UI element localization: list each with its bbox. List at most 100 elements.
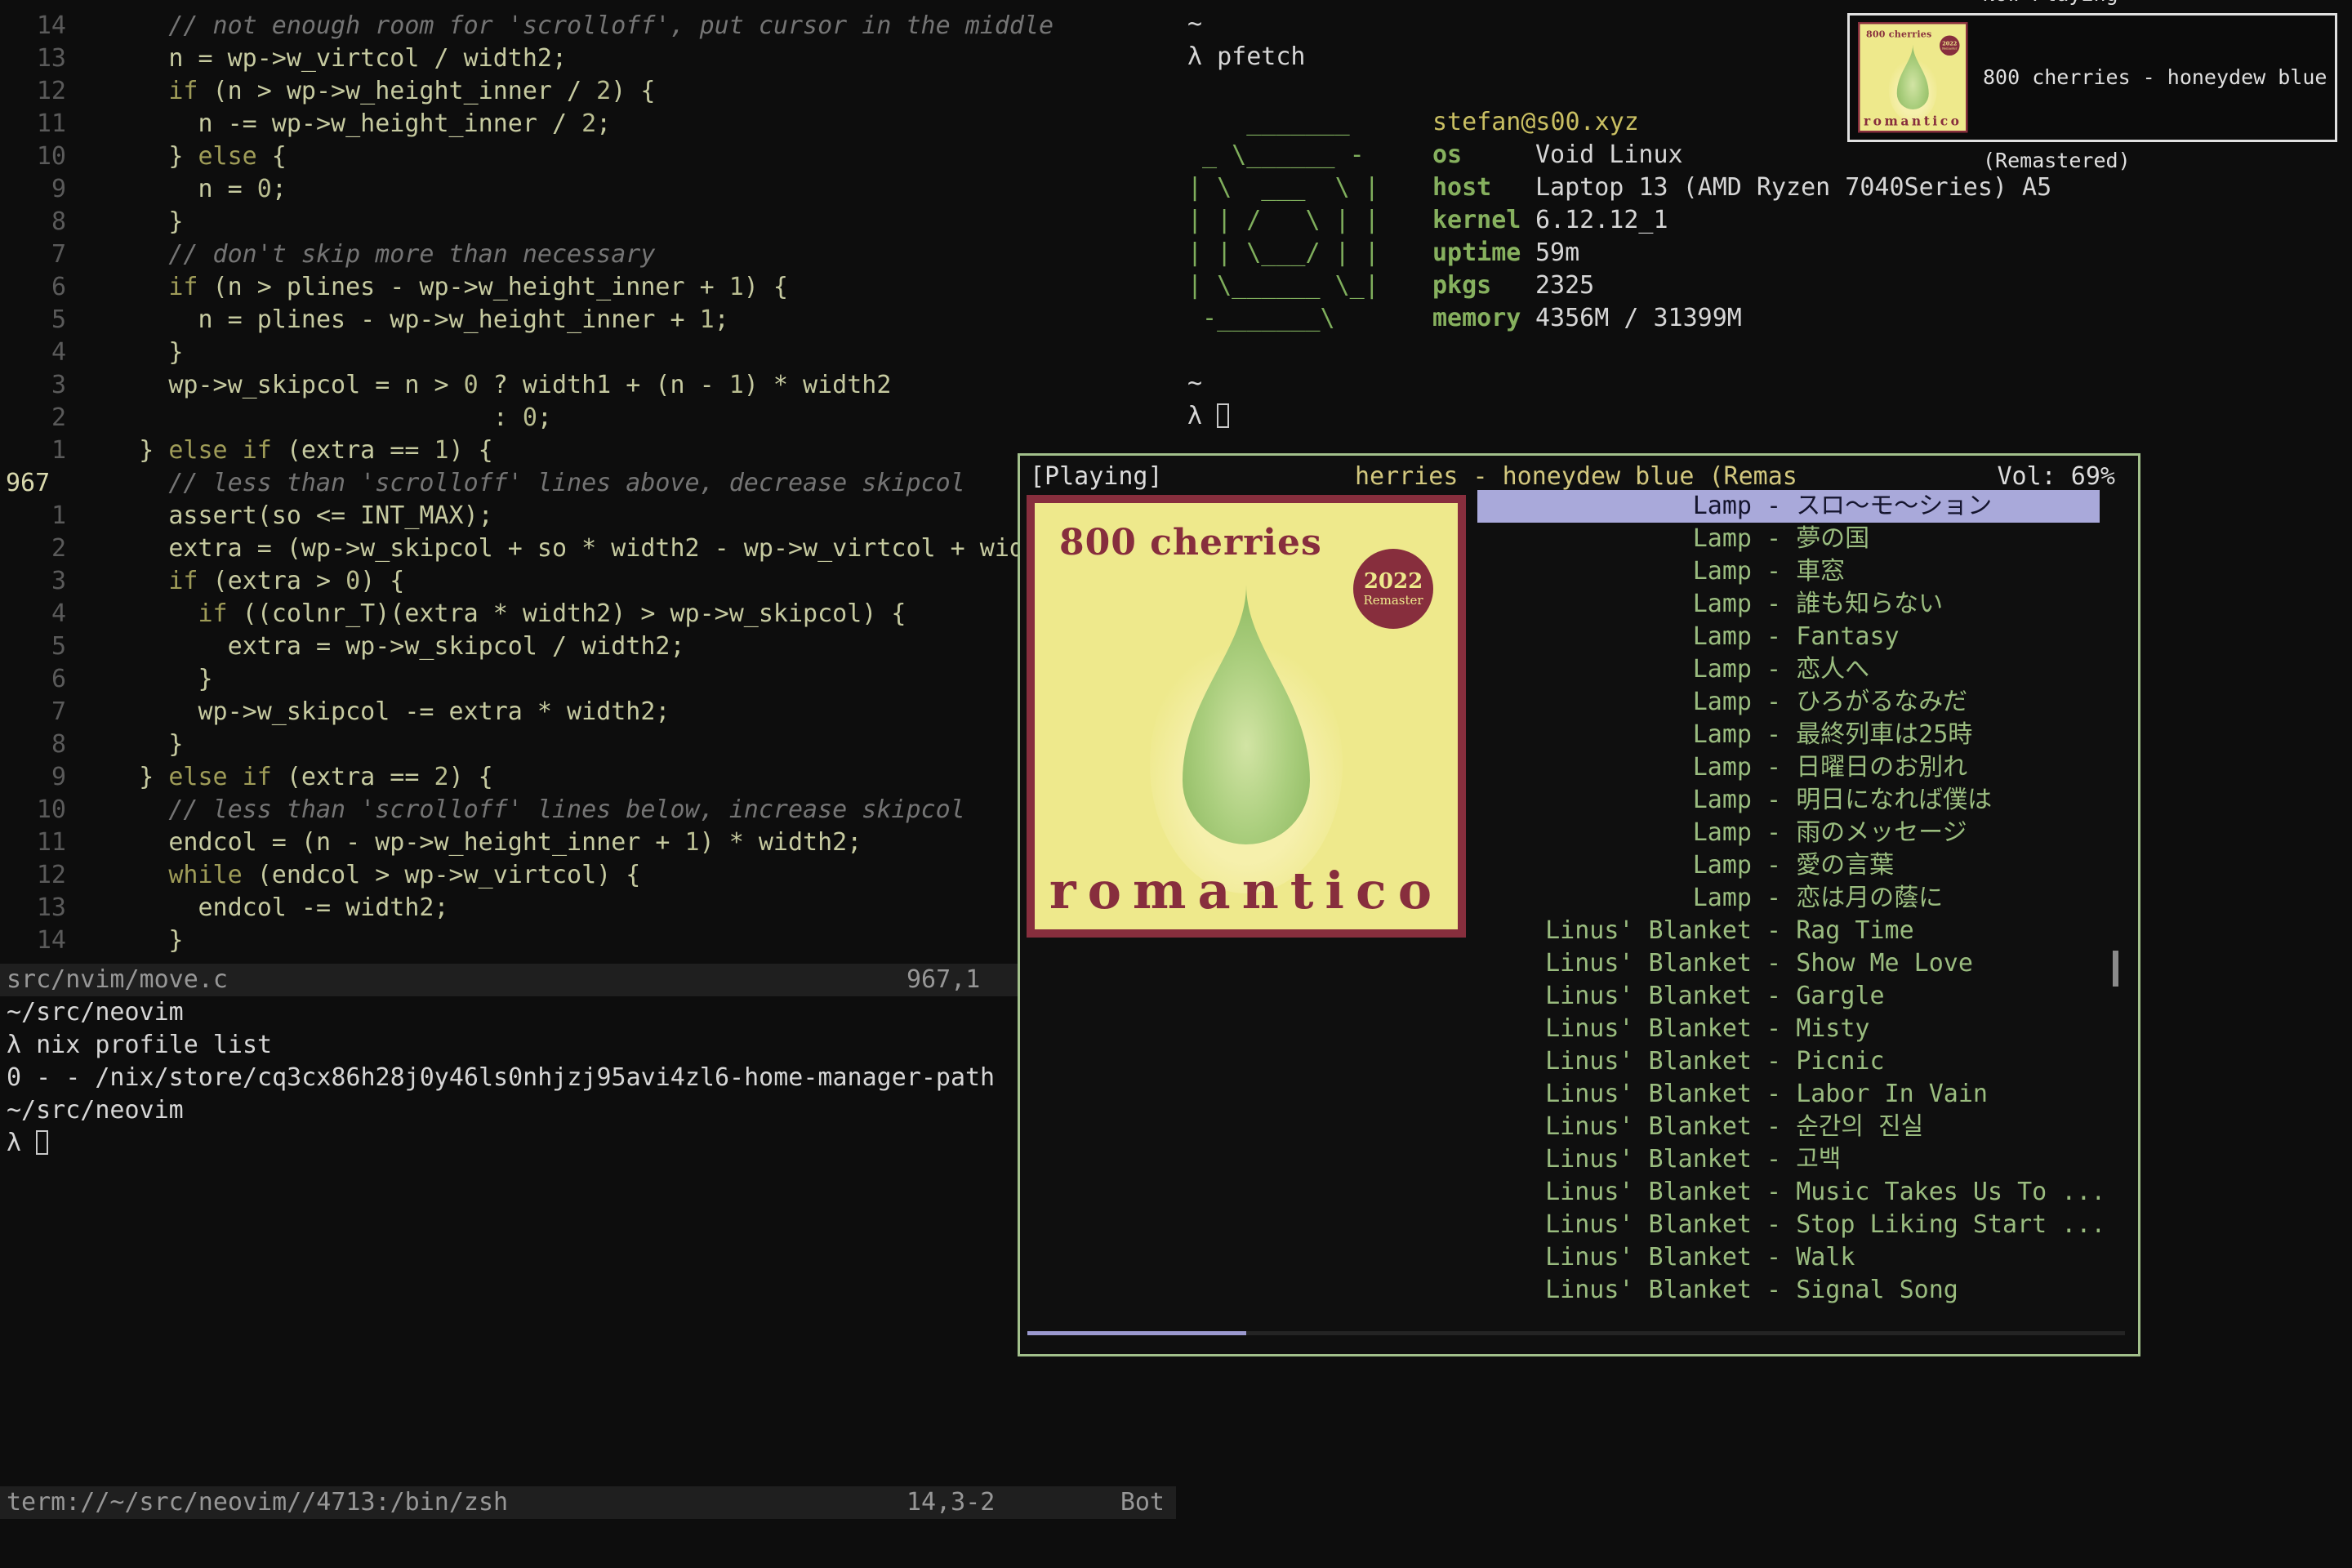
progress-bar[interactable] <box>1027 1331 2125 1335</box>
track-row[interactable]: Lamp - スロ〜モ〜ション <box>1477 490 2100 523</box>
editor-line[interactable]: 7 // don't skip more than necessary <box>0 238 1176 271</box>
editor-line[interactable]: 8 } <box>0 206 1176 238</box>
editor-line[interactable]: 2 extra = (wp->w_skipcol + so * width2 -… <box>0 532 1176 565</box>
pfetch-label: pkgs <box>1432 270 1535 302</box>
track-row[interactable]: Lamp - Fantasy <box>1477 621 2100 653</box>
text-segment: ) { <box>449 763 493 791</box>
text-segment: ; <box>537 403 552 432</box>
track-row[interactable]: Linus' Blanket - Gargle <box>1477 980 2100 1013</box>
text-segment: : <box>80 403 523 432</box>
track-row[interactable]: Linus' Blanket - Labor In Vain <box>1477 1078 2100 1111</box>
track-title: Fantasy <box>1796 621 2100 653</box>
now-playing-notification[interactable]: 800 cherries 2022 Remaster romantico Now… <box>1847 13 2337 142</box>
text-segment: wp->w_skipcol = n > <box>80 371 464 399</box>
editor-line[interactable]: 1 } else if (extra == 1) { <box>0 434 1176 467</box>
editor-line[interactable]: 967 // less than 'scrolloff' lines above… <box>0 467 1176 500</box>
text-segment: ~ <box>1187 10 1202 38</box>
editor-line[interactable]: 11 endcol = (n - wp->w_height_inner + 1)… <box>0 826 1176 859</box>
code-text: } else if (extra == 1) { <box>80 434 493 467</box>
track-row[interactable]: Lamp - 明日になれば僕は <box>1477 784 2100 817</box>
track-row[interactable]: Lamp - 最終列車は25時 <box>1477 719 2100 751</box>
album-cover-inner: 800 cherries 2022 Remaster romantico <box>1035 503 1458 929</box>
track-row[interactable]: Linus' Blanket - Show Me Love <box>1477 947 2100 980</box>
editor-line[interactable]: 4 } <box>0 336 1176 369</box>
line-number: 6 <box>0 271 66 304</box>
editor-line[interactable]: 9 } else if (extra == 2) { <box>0 761 1176 794</box>
track-row[interactable]: Lamp - 夢の国 <box>1477 523 2100 555</box>
scrollbar-thumb[interactable] <box>2113 951 2118 987</box>
text-segment: 1 <box>685 828 700 857</box>
track-title: Picnic <box>1796 1045 2100 1078</box>
editor-line[interactable]: 13 n = wp->w_virtcol / width2; <box>0 42 1176 75</box>
text-segment: 1 <box>729 371 744 399</box>
track-title: ひろがるなみだ <box>1796 686 2100 719</box>
track-row[interactable]: Lamp - 愛の言葉 <box>1477 849 2100 882</box>
track-row[interactable]: Linus' Blanket - Rag Time <box>1477 915 2100 947</box>
track-separator: - <box>1752 621 1796 653</box>
terminal-cursor[interactable] <box>1217 403 1229 428</box>
line-number: 9 <box>0 761 66 794</box>
track-row[interactable]: Lamp - 恋は月の蔭に <box>1477 882 2100 915</box>
statusline-terminal-name: term://~/src/neovim//4713:/bin/zsh <box>7 1488 508 1517</box>
code-text: // not enough room for 'scrolloff', put … <box>80 10 1054 42</box>
editor-line[interactable]: 6 } <box>0 663 1176 696</box>
editor-line[interactable]: 13 endcol -= width2; <box>0 892 1176 924</box>
text-segment: if <box>168 77 198 105</box>
track-row[interactable]: Lamp - 雨のメッセージ <box>1477 817 2100 849</box>
track-row[interactable]: Linus' Blanket - Stop Liking Start ... <box>1477 1209 2100 1241</box>
editor-line[interactable]: 5 extra = wp->w_skipcol / width2; <box>0 630 1176 663</box>
track-row[interactable]: Linus' Blanket - Misty <box>1477 1013 2100 1045</box>
statusline-scroll-indicator: Bot <box>1120 1486 1165 1519</box>
track-row[interactable]: Lamp - 誰も知らない <box>1477 588 2100 621</box>
code-text: if (n > plines - wp->w_height_inner + 1)… <box>80 271 788 304</box>
statusline-editor: src/nvim/move.c 967,1 <box>0 964 1176 996</box>
pfetch-row: | \______ \_|pkgs2325 <box>1181 270 2352 302</box>
track-row[interactable]: Linus' Blanket - Music Takes Us To ... <box>1477 1176 2100 1209</box>
track-row[interactable]: Lamp - 恋人へ <box>1477 653 2100 686</box>
editor-line[interactable]: 11 n -= wp->w_height_inner / 2; <box>0 108 1176 140</box>
track-artist: Linus' Blanket <box>1477 1241 1752 1274</box>
track-title: スロ〜モ〜ション <box>1796 490 2100 523</box>
editor-line[interactable]: 3 wp->w_skipcol = n > 0 ? width1 + (n - … <box>0 369 1176 402</box>
text-segment: ~ <box>1187 369 1202 398</box>
editor-line[interactable]: 6 if (n > plines - wp->w_height_inner + … <box>0 271 1176 304</box>
text-segment: 1 <box>729 273 744 301</box>
album-art: 800 cherries 2022 Remaster romantico <box>1027 495 1466 938</box>
editor-line[interactable]: 4 if ((colnr_T)(extra * width2) > wp->w_… <box>0 598 1176 630</box>
terminal-line: λ <box>1181 400 2352 433</box>
editor-line[interactable]: 10 // less than 'scrolloff' lines below,… <box>0 794 1176 826</box>
track-row[interactable]: Linus' Blanket - 고백 <box>1477 1143 2100 1176</box>
editor-line[interactable]: 2 : 0; <box>0 402 1176 434</box>
editor-line[interactable]: 14 // not enough room for 'scrolloff', p… <box>0 10 1176 42</box>
editor-line[interactable]: 10 } else { <box>0 140 1176 173</box>
editor-line[interactable]: 8 } <box>0 728 1176 761</box>
track-row[interactable]: Lamp - 車窓 <box>1477 555 2100 588</box>
text-segment: (extra > <box>198 567 346 595</box>
track-row[interactable]: Linus' Blanket - Walk <box>1477 1241 2100 1274</box>
remaster-badge-year: 2022 <box>1364 570 1423 593</box>
editor-line[interactable]: 3 if (extra > 0) { <box>0 565 1176 598</box>
track-separator: - <box>1752 686 1796 719</box>
command-line[interactable] <box>0 1519 1176 1568</box>
track-row[interactable]: Linus' Blanket - Picnic <box>1477 1045 2100 1078</box>
line-number: 5 <box>0 304 66 336</box>
editor-line[interactable]: 1 assert(so <= INT_MAX); <box>0 500 1176 532</box>
editor-line[interactable]: 5 n = plines - wp->w_height_inner + 1; <box>0 304 1176 336</box>
terminal-cursor[interactable] <box>36 1130 48 1155</box>
text-segment: λ nix profile list <box>7 1031 272 1059</box>
text-segment: // not enough room for 'scrolloff', put … <box>80 11 1054 40</box>
track-row[interactable]: Linus' Blanket - Signal Song <box>1477 1274 2100 1307</box>
text-segment: ; <box>715 305 729 334</box>
editor-line[interactable]: 9 n = 0; <box>0 173 1176 206</box>
code-text: } <box>80 728 183 761</box>
line-number: 5 <box>0 630 66 663</box>
track-row[interactable]: Lamp - 日曜日のお別れ <box>1477 751 2100 784</box>
track-title: Signal Song <box>1796 1274 2100 1307</box>
track-row[interactable]: Lamp - ひろがるなみだ <box>1477 686 2100 719</box>
editor-line[interactable]: 12 while (endcol > wp->w_virtcol) { <box>0 859 1176 892</box>
line-number: 1 <box>0 434 66 467</box>
editor-line[interactable]: 7 wp->w_skipcol -= extra * width2; <box>0 696 1176 728</box>
editor-line[interactable]: 12 if (n > wp->w_height_inner / 2) { <box>0 75 1176 108</box>
editor-line[interactable]: 14 } <box>0 924 1176 957</box>
track-row[interactable]: Linus' Blanket - 순간의 진실 <box>1477 1111 2100 1143</box>
